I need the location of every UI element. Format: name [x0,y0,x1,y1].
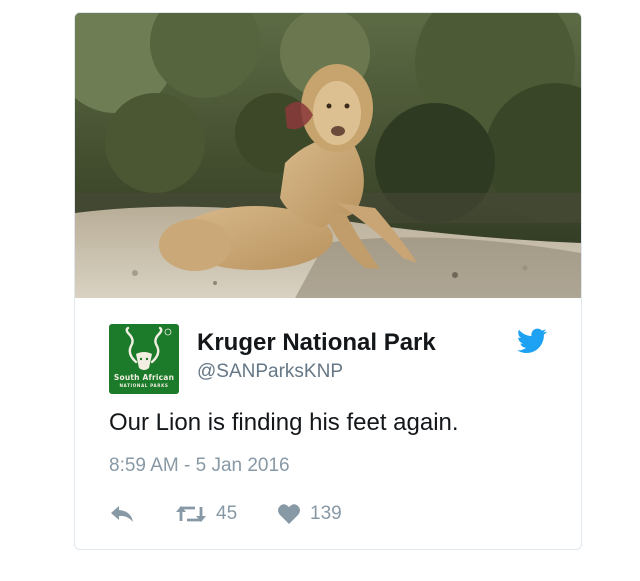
tweet-actions: 45 139 [109,499,529,529]
reply-icon [111,506,133,522]
reply-button[interactable] [109,499,135,529]
retweet-count: 45 [216,503,238,524]
author-avatar[interactable]: South African NATIONAL PARKS [109,324,179,394]
tweet-card: South African NATIONAL PARKS Kruger Nati… [74,12,582,550]
kudu-logo-icon [125,326,172,370]
twitter-bird-icon[interactable] [517,328,547,354]
like-count: 139 [310,503,342,524]
tweet-timestamp[interactable]: 8:59 AM - 5 Jan 2016 [109,455,290,477]
heart-icon [278,504,300,524]
like-button[interactable]: 139 [277,499,342,529]
retweet-button[interactable]: 45 [175,499,237,529]
retweet-icon [176,506,206,522]
tweet-text: Our Lion is finding his feet again. [109,409,459,436]
author-name[interactable]: Kruger National Park [197,329,436,357]
avatar-brand-line2: NATIONAL PARKS [119,383,169,388]
lion-photo [75,13,581,298]
author-handle[interactable]: @SANParksKNP [197,361,343,383]
avatar-brand-line1: South African [113,373,175,382]
tweet-photo[interactable] [75,13,581,298]
tweet-header: South African NATIONAL PARKS Kruger Nati… [109,324,549,396]
